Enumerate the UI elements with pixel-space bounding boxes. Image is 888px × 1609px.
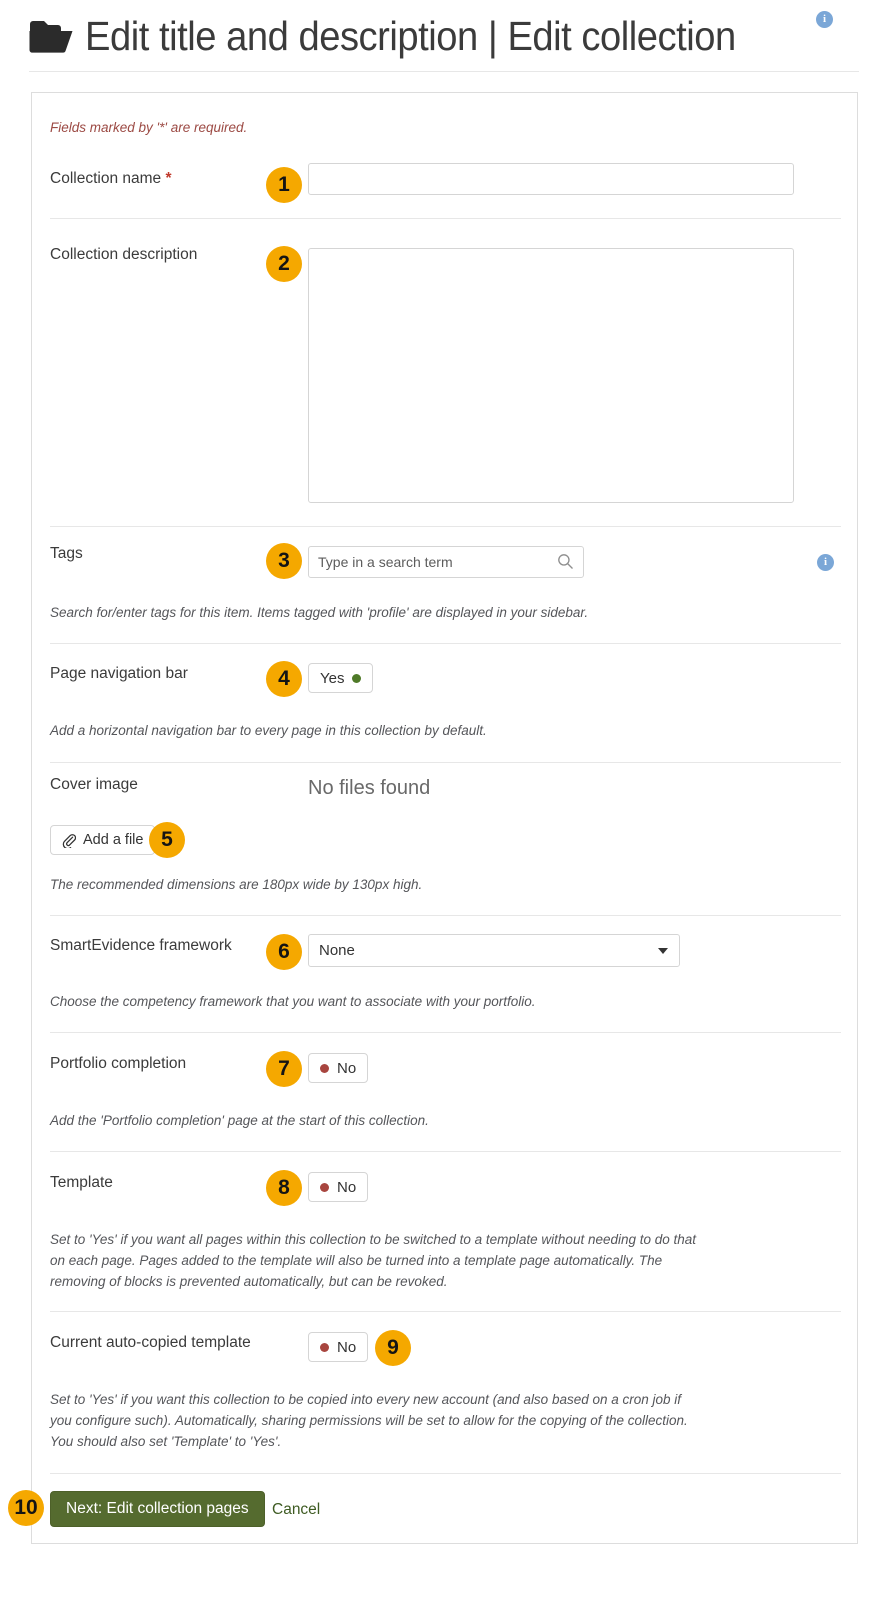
- toggle-current-auto-copied-template-state: No: [337, 1339, 356, 1356]
- callout-badge-6: 6: [266, 934, 302, 970]
- toggle-portfolio-completion[interactable]: No: [308, 1053, 368, 1083]
- row-separator: [50, 1032, 841, 1033]
- toggle-current-auto-copied-template[interactable]: No: [308, 1332, 368, 1362]
- help-cover-image: The recommended dimensions are 180px wid…: [50, 874, 730, 895]
- callout-badge-7: 7: [266, 1051, 302, 1087]
- toggle-template[interactable]: No: [308, 1172, 368, 1202]
- help-current-auto-copied-template: Set to 'Yes' if you want this collection…: [50, 1389, 705, 1452]
- row-separator: [50, 526, 841, 527]
- label-portfolio-completion: Portfolio completion: [50, 1055, 186, 1073]
- page-title: Edit title and description | Edit collec…: [85, 13, 736, 60]
- label-current-auto-copied-template: Current auto-copied template: [50, 1334, 251, 1352]
- next-edit-collection-pages-button[interactable]: Next: Edit collection pages: [50, 1491, 265, 1527]
- callout-badge-2: 2: [266, 246, 302, 282]
- row-separator: [50, 1311, 841, 1312]
- info-icon-glyph: i: [816, 11, 833, 28]
- callout-badge-5: 5: [149, 822, 185, 858]
- label-collection-name: Collection name *: [50, 170, 172, 188]
- row-separator: [50, 915, 841, 916]
- row-separator: [50, 1473, 841, 1474]
- folder-open-icon: [29, 18, 73, 54]
- help-portfolio-completion: Add the 'Portfolio completion' page at t…: [50, 1110, 730, 1131]
- header-divider: [29, 71, 859, 72]
- collection-name-input[interactable]: [308, 163, 794, 195]
- callout-badge-8: 8: [266, 1170, 302, 1206]
- tags-search-input[interactable]: [308, 546, 584, 578]
- row-separator: [50, 643, 841, 644]
- status-dot-on-icon: [352, 674, 361, 683]
- info-icon-glyph: i: [817, 554, 834, 571]
- callout-badge-10: 10: [8, 1490, 44, 1526]
- toggle-portfolio-completion-state: No: [337, 1060, 356, 1077]
- required-fields-note: Fields marked by '*' are required.: [50, 120, 247, 135]
- label-template: Template: [50, 1174, 113, 1192]
- cancel-link[interactable]: Cancel: [272, 1501, 320, 1519]
- help-page-navigation-bar: Add a horizontal navigation bar to every…: [50, 720, 730, 741]
- add-a-file-button-label: Add a file: [83, 832, 143, 848]
- next-edit-collection-pages-label: Next: Edit collection pages: [66, 1500, 249, 1518]
- callout-badge-4: 4: [266, 661, 302, 697]
- toggle-template-state: No: [337, 1179, 356, 1196]
- status-dot-off-icon: [320, 1183, 329, 1192]
- callout-badge-3: 3: [266, 543, 302, 579]
- toggle-page-navigation-bar[interactable]: Yes: [308, 663, 373, 693]
- status-dot-off-icon: [320, 1343, 329, 1352]
- collection-description-textarea[interactable]: [308, 248, 794, 503]
- row-separator: [50, 218, 841, 219]
- header-info-icon[interactable]: i: [816, 9, 833, 28]
- label-smartevidence-framework: SmartEvidence framework: [50, 937, 232, 955]
- help-tags: Search for/enter tags for this item. Ite…: [50, 602, 810, 623]
- cover-image-empty-text: No files found: [308, 777, 430, 800]
- edit-collection-form-panel: Fields marked by '*' are required. Colle…: [31, 92, 858, 1544]
- row-separator: [50, 1151, 841, 1152]
- tags-search-wrap: [308, 546, 584, 578]
- page-header: Edit title and description | Edit collec…: [0, 0, 888, 72]
- add-a-file-button[interactable]: Add a file: [50, 825, 155, 855]
- label-collection-name-text: Collection name: [50, 170, 161, 187]
- help-template: Set to 'Yes' if you want all pages withi…: [50, 1229, 705, 1292]
- status-dot-off-icon: [320, 1064, 329, 1073]
- chevron-down-icon: [658, 948, 668, 954]
- smartevidence-framework-selected: None: [319, 942, 355, 959]
- tags-info-icon[interactable]: i: [817, 552, 834, 571]
- label-page-navigation-bar: Page navigation bar: [50, 665, 188, 683]
- callout-badge-9: 9: [375, 1330, 411, 1366]
- row-separator: [50, 762, 841, 763]
- help-smartevidence-framework: Choose the competency framework that you…: [50, 991, 730, 1012]
- paperclip-icon: [62, 833, 76, 848]
- label-tags: Tags: [50, 545, 83, 563]
- callout-badge-1: 1: [266, 167, 302, 203]
- toggle-page-navigation-bar-state: Yes: [320, 670, 344, 687]
- smartevidence-framework-select[interactable]: None: [308, 934, 680, 967]
- label-cover-image: Cover image: [50, 776, 138, 794]
- required-asterisk: *: [165, 170, 171, 187]
- label-collection-description: Collection description: [50, 246, 197, 264]
